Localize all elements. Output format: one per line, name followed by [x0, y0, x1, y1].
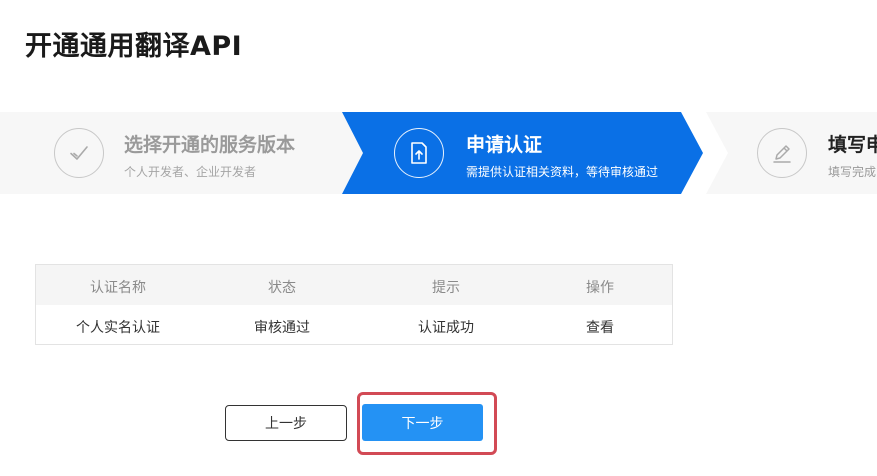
certification-table: 认证名称 状态 提示 操作 个人实名认证 审核通过 认证成功 查看 [35, 264, 673, 345]
prev-step-button[interactable]: 上一步 [225, 405, 347, 441]
header-status: 状态 [268, 280, 296, 296]
step-subtitle: 需提供认证相关资料，等待审核通过 [466, 165, 659, 179]
header-action: 操作 [586, 280, 614, 296]
step-title: 选择开通的服务版本 [124, 134, 296, 156]
cell-hint: 认证成功 [418, 320, 474, 336]
step-title: 申请认证 [466, 134, 543, 156]
cell-status: 审核通过 [254, 320, 310, 336]
step-subtitle: 填写完成 [828, 165, 877, 179]
steps-bar: 选择开通的服务版本 个人开发者、企业开发者 申请认证 需提供认证相关资料，等待审… [0, 112, 877, 194]
check-icon [54, 128, 104, 178]
next-step-button[interactable]: 下一步 [362, 404, 483, 441]
page-root: 开通通用翻译API 选择开通的服务版本 个人开发者、企业开发者 申请认证 需提供… [0, 0, 877, 476]
step-subtitle: 个人开发者、企业开发者 [124, 165, 257, 179]
cell-cert-name: 个人实名认证 [76, 320, 160, 336]
document-upload-icon [394, 128, 444, 178]
step-title: 填写申 [828, 134, 877, 156]
header-hint: 提示 [432, 280, 460, 296]
page-title: 开通通用翻译API [25, 31, 243, 62]
table-header: 认证名称 状态 提示 操作 [36, 265, 672, 305]
pen-edit-icon [757, 128, 807, 178]
header-cert-name: 认证名称 [90, 280, 146, 296]
view-link[interactable]: 查看 [518, 317, 682, 337]
